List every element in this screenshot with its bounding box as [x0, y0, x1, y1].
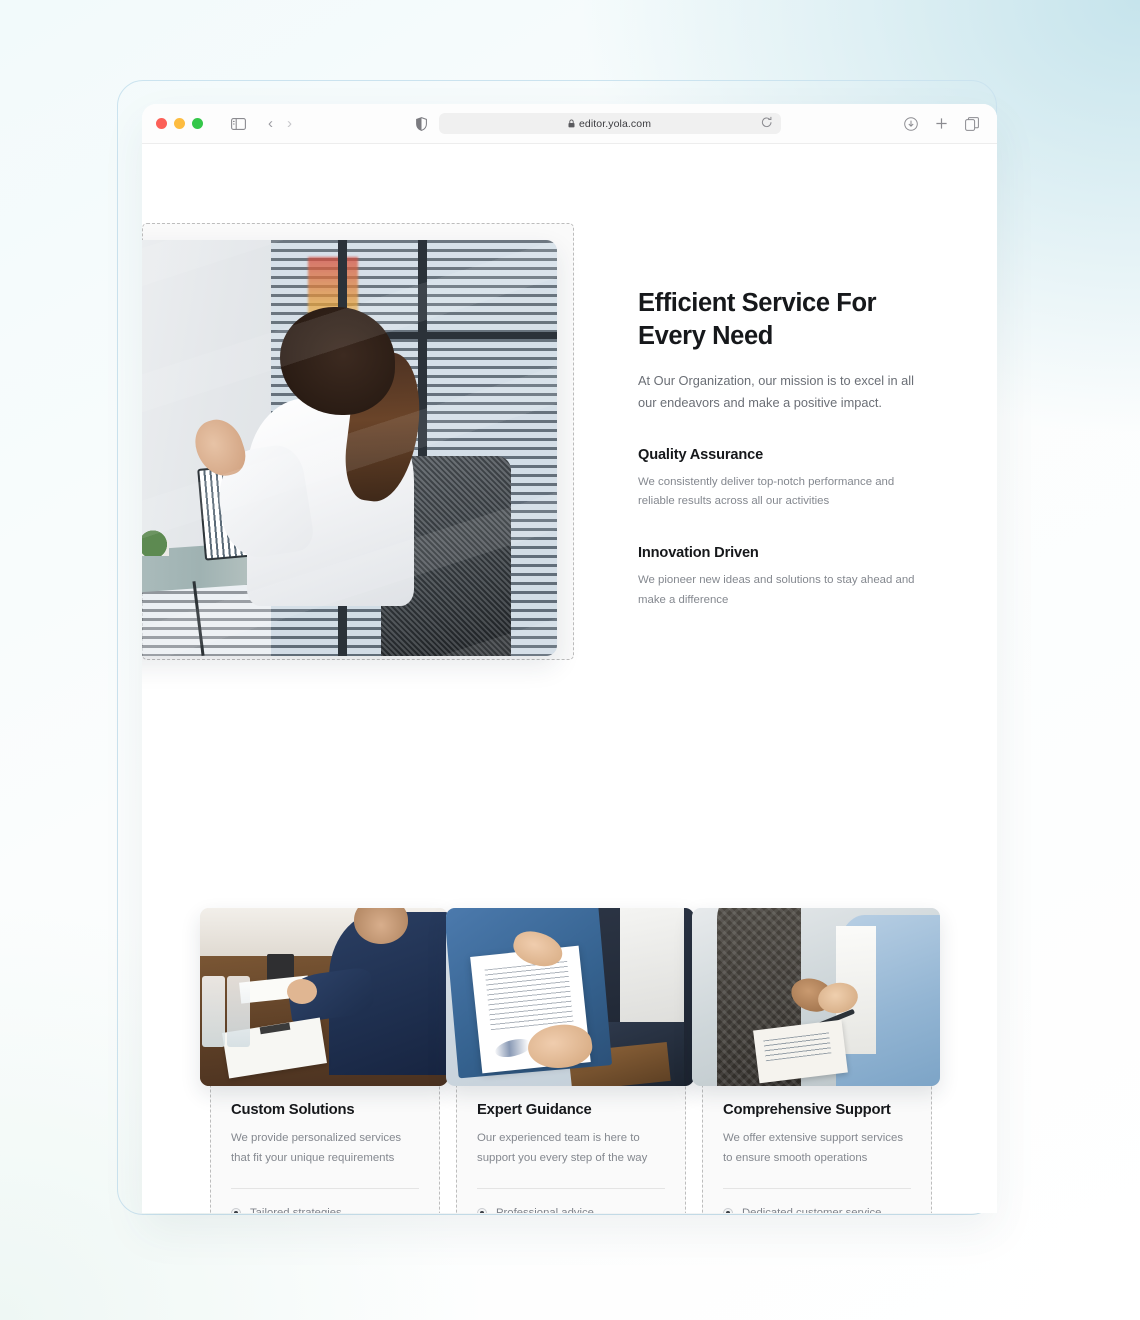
hero-image[interactable]	[142, 240, 557, 656]
card-divider	[231, 1188, 419, 1190]
download-icon[interactable]	[904, 116, 918, 131]
card-image[interactable]	[200, 908, 448, 1086]
browser-window: ‹ › editor.yola.com Efficient Service Fo…	[142, 104, 997, 1213]
card-divider	[477, 1188, 665, 1190]
plus-icon[interactable]	[935, 117, 948, 130]
list-item: Dedicated customer service	[723, 1207, 911, 1213]
bullet-dot-icon	[477, 1208, 487, 1213]
navigation-arrows[interactable]: ‹ ›	[268, 116, 292, 131]
card-image[interactable]	[692, 908, 940, 1086]
hero-photo-office-woman	[142, 240, 557, 656]
page-canvas: Efficient Service For Every Need At Our …	[142, 144, 997, 1213]
card-bullet-list: Professional advice Comprehensive suppor…	[477, 1207, 665, 1213]
card-title: Comprehensive Support	[723, 1102, 891, 1118]
card-bullet-list: Tailored strategies Adaptable to various…	[231, 1207, 419, 1213]
feature-quality-assurance: Quality Assurance We consistently delive…	[638, 447, 928, 512]
bullet-dot-icon	[231, 1208, 241, 1213]
hero-copy-column: Efficient Service For Every Need At Our …	[638, 287, 928, 610]
page-title: Efficient Service For Every Need	[638, 289, 877, 350]
card-photo-signed-document-folder	[446, 908, 694, 1086]
feature-text: We pioneer new ideas and solutions to st…	[638, 574, 915, 606]
card-description: We provide personalized services that fi…	[231, 1132, 402, 1164]
toolbar-right-actions	[904, 116, 979, 131]
list-item-label: Dedicated customer service	[742, 1207, 881, 1213]
card-title: Custom Solutions	[231, 1102, 355, 1118]
service-card-comprehensive-support[interactable]: Comprehensive Support We offer extensive…	[692, 908, 940, 1213]
hero-subtitle: At Our Organization, our mission is to e…	[638, 372, 914, 410]
card-body: Custom Solutions We provide personalized…	[211, 1102, 439, 1213]
list-item-label: Professional advice	[496, 1207, 594, 1213]
service-card-custom-solutions[interactable]: Custom Solutions We provide personalized…	[200, 908, 448, 1213]
card-description: We offer extensive support services to e…	[723, 1132, 904, 1164]
card-description: Our experienced team is here to support …	[477, 1132, 648, 1164]
maximize-window-button[interactable]	[192, 118, 203, 129]
privacy-shield-icon[interactable]	[415, 116, 427, 131]
list-item-label: Tailored strategies	[250, 1207, 342, 1213]
card-divider	[723, 1188, 911, 1190]
window-controls[interactable]	[156, 118, 203, 129]
card-image[interactable]	[446, 908, 694, 1086]
forward-chevron-icon: ›	[287, 115, 292, 132]
service-card-expert-guidance[interactable]: Expert Guidance Our experienced team is …	[446, 908, 694, 1213]
card-photo-businessman-writing	[200, 908, 448, 1086]
minimize-window-button[interactable]	[174, 118, 185, 129]
sidebar-toggle-icon[interactable]	[231, 117, 246, 130]
lock-icon	[568, 119, 575, 128]
card-bullet-list: Dedicated customer service Continuous im…	[723, 1207, 911, 1213]
list-item: Professional advice	[477, 1207, 665, 1213]
reload-icon[interactable]	[761, 116, 773, 134]
feature-title: Innovation Driven	[638, 545, 759, 561]
card-body: Comprehensive Support We offer extensive…	[703, 1102, 931, 1213]
feature-text: We consistently deliver top-notch perfor…	[638, 475, 895, 508]
address-bar-url: editor.yola.com	[578, 117, 652, 130]
card-body: Expert Guidance Our experienced team is …	[457, 1102, 685, 1213]
card-photo-handshake-clipboard	[692, 908, 940, 1086]
card-title: Expert Guidance	[477, 1102, 592, 1118]
bullet-dot-icon	[723, 1208, 733, 1213]
browser-toolbar: ‹ › editor.yola.com	[142, 104, 997, 144]
feature-innovation-driven: Innovation Driven We pioneer new ideas a…	[638, 545, 928, 610]
feature-title: Quality Assurance	[638, 446, 764, 463]
close-window-button[interactable]	[156, 118, 167, 129]
tab-overview-icon[interactable]	[965, 116, 979, 131]
service-cards-grid: Custom Solutions We provide personalized…	[200, 908, 940, 1213]
address-bar[interactable]: editor.yola.com	[438, 113, 781, 134]
list-item: Tailored strategies	[231, 1207, 419, 1213]
back-chevron-icon[interactable]: ‹	[268, 116, 273, 131]
